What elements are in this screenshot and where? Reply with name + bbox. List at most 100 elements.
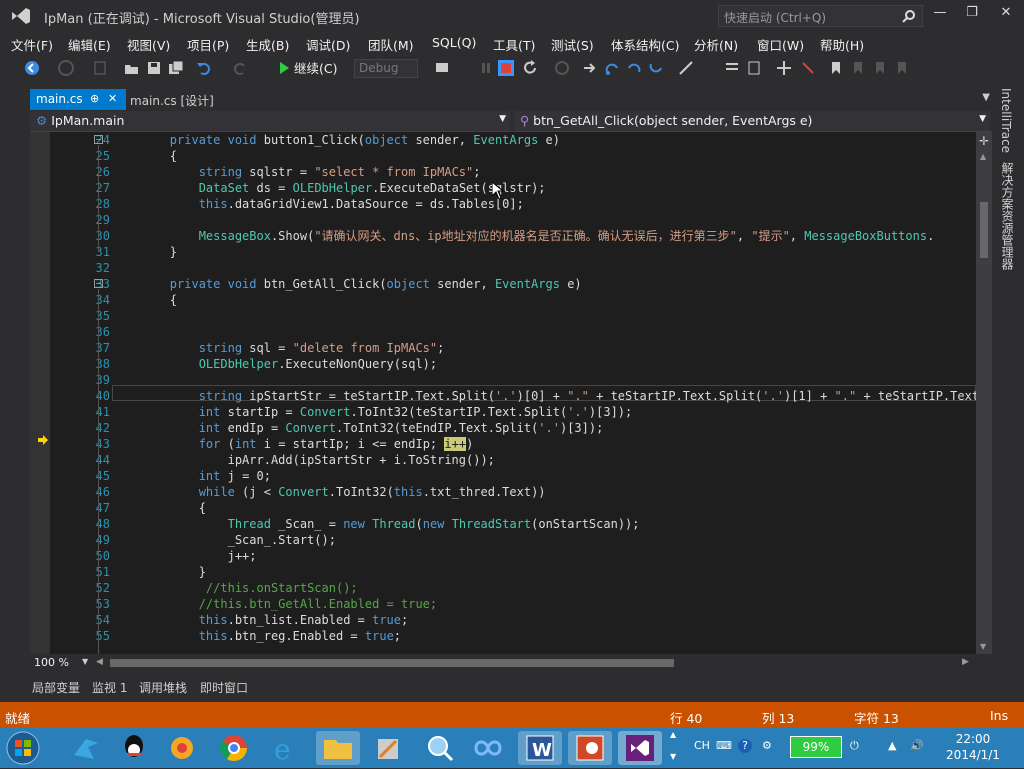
- taskbar-explorer-icon[interactable]: [316, 731, 360, 765]
- search-icon[interactable]: [902, 9, 916, 23]
- back-icon[interactable]: [24, 60, 40, 76]
- menu-help[interactable]: 帮助(H): [820, 35, 864, 54]
- code-line[interactable]: string ipStartStr = teStartIP.Text.Split…: [112, 388, 976, 404]
- scroll-up-icon[interactable]: ▲: [980, 152, 986, 161]
- code-text[interactable]: private void button1_Click(object sender…: [112, 132, 976, 644]
- menu-tools[interactable]: 工具(T): [493, 35, 535, 54]
- menu-window[interactable]: 窗口(W): [757, 35, 804, 54]
- code-line[interactable]: //this.btn_GetAll.Enabled = true;: [112, 596, 976, 612]
- vertical-scroll-thumb[interactable]: [980, 202, 988, 258]
- intellitrace-tab[interactable]: IntelliTrace: [999, 88, 1013, 153]
- split-editor-icon[interactable]: ✛: [979, 134, 989, 148]
- code-line[interactable]: MessageBox.Show("请确认网关、dns、ip地址对应的机器名是否正…: [112, 228, 976, 244]
- code-line[interactable]: }: [112, 564, 976, 580]
- continue-button[interactable]: 继续(C): [294, 58, 337, 77]
- taskbar-infinity-icon[interactable]: [466, 731, 510, 765]
- continue-play-icon[interactable]: [276, 60, 292, 76]
- code-line[interactable]: Thread _Scan_ = new Thread(new ThreadSta…: [112, 516, 976, 532]
- taskbar-ie-icon[interactable]: e: [264, 731, 308, 766]
- clear-bookmarks-icon[interactable]: [894, 60, 910, 76]
- tab-locals[interactable]: 局部变量: [32, 679, 80, 696]
- code-line[interactable]: {: [112, 292, 976, 308]
- bookmark-add-icon[interactable]: [776, 60, 792, 76]
- fold-button[interactable]: −: [94, 135, 103, 144]
- code-line[interactable]: ipArr.Add(ipStartStr + i.ToString());: [112, 452, 976, 468]
- power-plug-icon[interactable]: ⏻: [850, 739, 859, 753]
- menu-test[interactable]: 测试(S): [551, 35, 594, 54]
- code-line[interactable]: {: [112, 148, 976, 164]
- zoom-dropdown-icon[interactable]: ▼: [82, 657, 88, 666]
- code-line[interactable]: //this.onStartScan();: [112, 580, 976, 596]
- attach-debugger-icon[interactable]: [434, 60, 450, 76]
- menu-edit[interactable]: 编辑(E): [68, 35, 111, 54]
- fold-button[interactable]: −: [94, 279, 103, 288]
- code-line[interactable]: int startIp = Convert.ToInt32(teStartIP.…: [112, 404, 976, 420]
- menu-view[interactable]: 视图(V): [127, 35, 170, 54]
- menu-project[interactable]: 项目(P): [187, 35, 229, 54]
- tab-list-dropdown-icon[interactable]: ▼: [982, 92, 990, 103]
- code-editor[interactable]: 24 25 26 27 28 29 30 31 32 33 34 35 36 37 38 39 40 41 42 43…: [30, 132, 976, 654]
- pin-icon[interactable]: ⊕: [90, 92, 99, 105]
- code-line[interactable]: j++;: [112, 548, 976, 564]
- menu-architecture[interactable]: 体系结构(C): [611, 35, 679, 54]
- quick-launch-input[interactable]: 快速启动 (Ctrl+Q): [718, 5, 923, 27]
- menu-analyze[interactable]: 分析(N): [694, 35, 738, 54]
- code-line[interactable]: while (j < Convert.ToInt32(this.txt_thre…: [112, 484, 976, 500]
- bookmark-icon[interactable]: [828, 60, 844, 76]
- code-line[interactable]: DataSet ds = OLEDbHelper.ExecuteDataSet(…: [112, 180, 976, 196]
- taskbar-word-icon[interactable]: W: [518, 731, 562, 765]
- undo-icon[interactable]: [196, 60, 212, 76]
- code-line[interactable]: this.btn_reg.Enabled = true;: [112, 628, 976, 644]
- code-line[interactable]: [112, 308, 976, 324]
- vertical-scrollbar[interactable]: ✛ ▲ ▼: [976, 132, 992, 654]
- taskbar-scroll-down-icon[interactable]: ▼: [670, 752, 676, 761]
- code-line[interactable]: [112, 260, 976, 276]
- taskbar-chrome-icon[interactable]: [212, 731, 256, 765]
- break-all-icon[interactable]: [478, 60, 494, 76]
- open-file-icon[interactable]: [124, 60, 140, 76]
- tab-immediate[interactable]: 即时窗口: [200, 679, 248, 696]
- tab-main-cs-design[interactable]: main.cs [设计]: [126, 89, 218, 110]
- menu-sql[interactable]: SQL(Q): [432, 35, 476, 50]
- battery-indicator[interactable]: 99%: [790, 736, 842, 758]
- threads-icon[interactable]: [724, 60, 740, 76]
- taskbar-qq-icon[interactable]: [112, 731, 156, 765]
- keyboard-icon[interactable]: ⌨: [716, 739, 732, 752]
- menu-team[interactable]: 团队(M): [368, 35, 414, 54]
- code-line[interactable]: {: [112, 500, 976, 516]
- code-line[interactable]: [112, 212, 976, 228]
- save-icon[interactable]: [146, 60, 162, 76]
- step-back-icon[interactable]: [648, 60, 664, 76]
- stop-debugging-icon[interactable]: [498, 60, 514, 76]
- prev-bookmark-icon[interactable]: [850, 60, 866, 76]
- menu-build[interactable]: 生成(B): [246, 35, 289, 54]
- horizontal-scroll-thumb[interactable]: [110, 659, 674, 667]
- code-line[interactable]: string sqlstr = "select * from IpMACs";: [112, 164, 976, 180]
- next-bookmark-icon[interactable]: [872, 60, 888, 76]
- input-language[interactable]: CH: [694, 739, 710, 752]
- system-clock[interactable]: 22:00 2014/1/1: [940, 731, 1006, 763]
- tab-main-cs[interactable]: main.cs ⊕ ✕: [30, 89, 126, 110]
- new-project-icon[interactable]: [92, 60, 108, 76]
- code-line[interactable]: [112, 324, 976, 340]
- save-all-icon[interactable]: [168, 60, 184, 76]
- ime-settings-icon[interactable]: ⚙: [762, 739, 772, 752]
- modules-icon[interactable]: [746, 60, 762, 76]
- minimize-button[interactable]: —: [929, 5, 951, 25]
- bookmark-remove-icon[interactable]: [800, 60, 816, 76]
- code-line[interactable]: for (int i = startIp; i <= endIp; i++): [112, 436, 976, 452]
- restore-button[interactable]: ❐: [961, 5, 983, 25]
- forward-icon[interactable]: [58, 60, 74, 76]
- taskbar-powerpoint-icon[interactable]: [568, 731, 612, 765]
- code-line[interactable]: int endIp = Convert.ToInt32(teEndIP.Text…: [112, 420, 976, 436]
- hex-display-icon[interactable]: [678, 60, 694, 76]
- code-line[interactable]: int j = 0;: [112, 468, 976, 484]
- scroll-right-icon[interactable]: ▶: [962, 657, 969, 667]
- taskbar-pet-app-icon[interactable]: [160, 731, 204, 765]
- show-hidden-icons-icon[interactable]: ▲: [888, 739, 896, 752]
- code-line[interactable]: _Scan_.Start();: [112, 532, 976, 548]
- menu-debug[interactable]: 调试(D): [306, 35, 350, 54]
- code-line[interactable]: private void button1_Click(object sender…: [112, 132, 976, 148]
- solution-config-select[interactable]: Debug: [354, 59, 418, 78]
- code-line[interactable]: this.dataGridView1.DataSource = ds.Table…: [112, 196, 976, 212]
